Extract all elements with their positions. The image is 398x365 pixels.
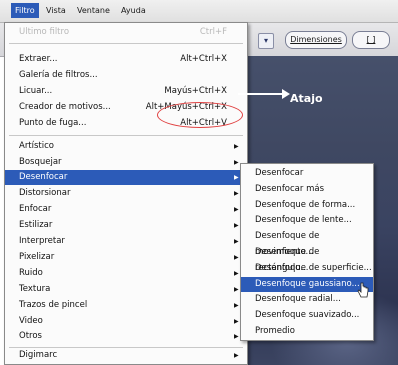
chevron-down-icon[interactable]: ▾ — [258, 33, 274, 49]
submenu-arrow-icon: ▶ — [234, 190, 239, 197]
filter-menu: Ultimo filtro Ctrl+F Extraer... Alt+Ctrl… — [4, 22, 248, 365]
menu-item-label: Desenfocar — [19, 172, 68, 182]
blur-submenu: Desenfocar Desenfocar más Desenfoque de … — [240, 163, 374, 341]
menu-filtro[interactable]: Filtro — [11, 3, 39, 18]
menu-item-distorsionar[interactable]: Distorsionar ▶ — [5, 186, 247, 201]
menu-item-label: Distorsionar — [19, 188, 71, 198]
submenu-item-label: Desenfoque de forma... — [255, 199, 356, 210]
menu-item-label: Trazos de pincel — [19, 300, 88, 310]
menu-item-label: Video — [19, 316, 43, 326]
menu-item-licuar[interactable]: Licuar... Mayús+Ctrl+X — [5, 84, 247, 99]
menu-item-desenfocar[interactable]: Desenfocar ▶ — [5, 170, 247, 185]
menu-item-label: Extraer... — [19, 54, 58, 64]
submenu-item-promedio[interactable]: Promedio — [241, 324, 373, 340]
menu-item-label: Punto de fuga... — [19, 118, 87, 128]
menu-item-shortcut: Ctrl+F — [199, 27, 227, 37]
menubar: Filtro Vista Ventane Ayuda — [0, 0, 398, 23]
menu-item-shortcut: Alt+Ctrl+X — [180, 54, 227, 64]
submenu-arrow-icon: ▶ — [234, 286, 239, 293]
menu-item-extraer[interactable]: Extraer... Alt+Ctrl+X — [5, 52, 247, 67]
menu-item-enfocar[interactable]: Enfocar ▶ — [5, 202, 247, 217]
menu-item-label: Interpretar — [19, 236, 65, 246]
submenu-arrow-icon: ▶ — [234, 302, 239, 309]
submenu-item-forma[interactable]: Desenfoque de forma... — [241, 198, 373, 214]
menu-item-trazos-pincel[interactable]: Trazos de pincel ▶ — [5, 298, 247, 313]
menu-item-label: Enfocar — [19, 204, 52, 214]
menu-item-shortcut: Mayús+Ctrl+X — [164, 86, 227, 96]
submenu-item-label: Desenfocar — [255, 168, 304, 178]
submenu-item-label: Desenfoque de lente... — [255, 215, 352, 226]
submenu-item-desenfocar-mas[interactable]: Desenfocar más — [241, 182, 373, 198]
menu-item-interpretar[interactable]: Interpretar ▶ — [5, 234, 247, 249]
menu-item-otros[interactable]: Otros ▶ — [5, 329, 247, 344]
menu-item-label: Digimarc — [19, 350, 58, 360]
submenu-arrow-icon: ▶ — [234, 159, 239, 166]
submenu-arrow-icon: ▶ — [234, 254, 239, 261]
dimensions-button[interactable]: Dimensiones — [285, 31, 347, 49]
menu-ayuda[interactable]: Ayuda — [121, 6, 146, 15]
menu-item-ruido[interactable]: Ruido ▶ — [5, 266, 247, 281]
submenu-item-label: Desenfoque suavizado... — [255, 310, 360, 321]
submenu-item-label: Desenfoque radial... — [255, 294, 341, 305]
menu-item-label: Ultimo filtro — [19, 27, 70, 37]
submenu-arrow-icon: ▶ — [234, 352, 239, 359]
annotation-arrow — [238, 93, 284, 95]
menu-item-video[interactable]: Video ▶ — [5, 314, 247, 329]
submenu-item-label: Desenfoque de superficie... — [255, 262, 372, 273]
submenu-item-radial[interactable]: Desenfoque radial... — [241, 292, 373, 308]
submenu-arrow-icon: ▶ — [234, 318, 239, 325]
submenu-item-label: Desenfoque gaussiano... — [255, 278, 360, 289]
submenu-item-superficie[interactable]: Desenfoque de superficie... — [241, 261, 373, 277]
options-button[interactable]: [ ] — [352, 31, 390, 49]
menu-separator — [9, 135, 243, 136]
menu-item-digimarc[interactable]: Digimarc ▶ — [5, 348, 247, 363]
submenu-item-suavizado[interactable]: Desenfoque suavizado... — [241, 308, 373, 324]
submenu-item-lente[interactable]: Desenfoque de lente... — [241, 213, 373, 229]
menu-item-label: Textura — [19, 284, 51, 294]
menu-item-label: Galería de filtros... — [19, 70, 98, 80]
menu-item-galeria[interactable]: Galería de filtros... — [5, 68, 247, 83]
menu-item-textura[interactable]: Textura ▶ — [5, 282, 247, 297]
annotation-circle — [157, 102, 243, 128]
menu-item-label: Bosquejar — [19, 157, 62, 167]
annotation-label: Atajo — [290, 92, 323, 105]
submenu-arrow-icon: ▶ — [234, 143, 239, 150]
menu-item-estilizar[interactable]: Estilizar ▶ — [5, 218, 247, 233]
submenu-item-gaussiano[interactable]: Desenfoque gaussiano... — [241, 276, 373, 293]
menu-item-artistico[interactable]: Artístico ▶ — [5, 139, 247, 154]
menu-item-pixelizar[interactable]: Pixelizar ▶ — [5, 250, 247, 265]
menu-item-label: Pixelizar — [19, 252, 55, 262]
menu-vista[interactable]: Vista — [46, 6, 66, 15]
submenu-item-rectangulo[interactable]: Desenfoque de rectángulo... — [241, 245, 373, 273]
menu-item-label: Otros — [19, 331, 42, 341]
menu-item-last-filter: Ultimo filtro Ctrl+F — [5, 25, 247, 40]
menu-item-label: Estilizar — [19, 220, 53, 230]
menu-item-label: Creador de motivos... — [19, 102, 111, 112]
menu-separator — [9, 43, 243, 44]
submenu-arrow-icon: ▶ — [234, 238, 239, 245]
menu-ventana[interactable]: Ventane — [77, 6, 110, 15]
arrowhead-icon — [282, 89, 290, 99]
submenu-item-desenfocar[interactable]: Desenfocar — [241, 166, 373, 182]
submenu-arrow-icon: ▶ — [234, 270, 239, 277]
submenu-arrow-icon: ▶ — [234, 333, 239, 340]
submenu-item-label: Promedio — [255, 326, 295, 336]
menu-item-bosquejar[interactable]: Bosquejar ▶ — [5, 155, 247, 170]
submenu-item-movimiento[interactable]: Desenfoque de movimiento... — [241, 229, 373, 257]
menu-item-label: Ruido — [19, 268, 43, 278]
menu-item-label: Licuar... — [19, 86, 53, 96]
submenu-item-label: Desenfocar más — [255, 183, 325, 194]
submenu-arrow-icon: ▶ — [234, 174, 239, 181]
submenu-arrow-icon: ▶ — [234, 222, 239, 229]
submenu-arrow-icon: ▶ — [234, 206, 239, 213]
hand-cursor-icon — [357, 282, 369, 298]
menu-item-label: Artístico — [19, 141, 55, 151]
